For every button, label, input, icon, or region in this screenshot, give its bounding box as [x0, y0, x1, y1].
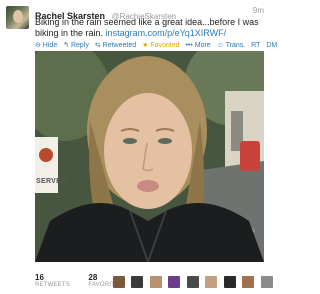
favoriter-avatar[interactable] [242, 276, 255, 288]
favoriter-avatar[interactable] [260, 276, 273, 288]
photo-illustration [35, 51, 264, 262]
tweet-text: Biking in the rain seemed like a great i… [35, 17, 263, 39]
tweet-link[interactable]: instagram.com/p/eYq1XIRWF/ [106, 28, 227, 38]
favoriter-avatars [113, 276, 275, 289]
retweets-stat[interactable]: 16 RETWEETS [35, 273, 70, 288]
rt-button[interactable]: RT [251, 42, 260, 49]
more-button[interactable]: ••• More [185, 42, 210, 49]
tweet: Rachel Skarsten @RachieSkarsten 9m Bikin… [0, 0, 277, 294]
retweets-label: RETWEETS [35, 282, 70, 288]
avatar-face [13, 10, 23, 23]
sign-text: SERVED [36, 178, 67, 185]
hide-button[interactable]: ⊖ Hide [35, 42, 57, 49]
tweet-actions: ⊖ Hide ↰ Reply ⇆ Retweeted ★ Favorited •… [35, 41, 277, 51]
favoriter-avatar[interactable] [113, 276, 125, 288]
favoriter-avatar[interactable] [149, 276, 162, 288]
favoriter-avatar[interactable] [168, 276, 181, 288]
favoriter-avatar[interactable] [131, 276, 144, 288]
reply-button[interactable]: ↰ Reply [63, 42, 89, 49]
favoriter-avatar[interactable] [205, 276, 218, 288]
retweets-count: 16 [35, 273, 44, 282]
favoriter-avatar[interactable] [186, 276, 199, 288]
favoriter-avatar[interactable] [223, 276, 236, 288]
tweet-photo[interactable] [35, 51, 264, 262]
translate-button[interactable]: ☺ Trans. [217, 42, 246, 49]
favorited-button[interactable]: ★ Favorited [142, 42, 179, 49]
retweeted-button[interactable]: ⇆ Retweeted [95, 42, 136, 49]
tweet-timestamp[interactable]: 9m [253, 6, 264, 15]
avatar[interactable] [6, 6, 29, 29]
dm-button[interactable]: DM [266, 42, 277, 49]
